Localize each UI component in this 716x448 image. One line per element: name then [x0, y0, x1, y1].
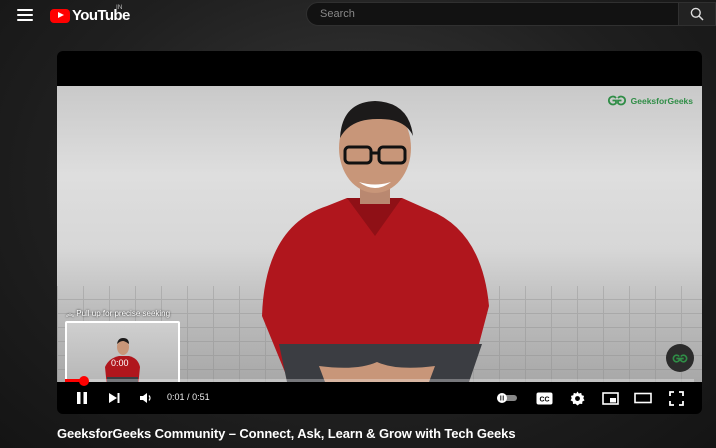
- youtube-logo[interactable]: YouTube IN: [50, 4, 130, 24]
- preview-time: 0:00: [111, 358, 129, 368]
- time-display: 0:01 / 0:51: [167, 392, 210, 402]
- watermark: GeeksforGeeks: [606, 95, 693, 106]
- search-box[interactable]: [306, 2, 679, 26]
- pause-icon: [77, 392, 87, 404]
- search-button[interactable]: [679, 2, 716, 26]
- volume-icon: [140, 393, 151, 403]
- time-separator: /: [187, 392, 190, 402]
- hamburger-menu-icon[interactable]: [17, 9, 33, 21]
- captions-button[interactable]: CC: [534, 390, 554, 406]
- progress-bar[interactable]: [65, 375, 694, 386]
- watermark-text: GeeksforGeeks: [630, 95, 693, 106]
- pause-button[interactable]: [73, 390, 91, 406]
- svg-text:CC: CC: [539, 396, 549, 403]
- scrubber-handle[interactable]: [78, 375, 89, 386]
- search-input[interactable]: [318, 7, 678, 21]
- next-button[interactable]: [105, 390, 123, 406]
- current-time: 0:01: [167, 392, 185, 402]
- video-frame[interactable]: GeeksforGeeks ︽ Pull up for precise seek…: [57, 86, 702, 382]
- masthead: YouTube IN: [0, 0, 716, 32]
- seek-hint-text: Pull up for precise seeking: [76, 309, 171, 318]
- volume-button[interactable]: [137, 390, 155, 406]
- duration: 0:51: [192, 392, 210, 402]
- seek-hint: ︽ Pull up for precise seeking: [66, 308, 170, 319]
- settings-button[interactable]: [567, 390, 587, 406]
- theater-mode-button[interactable]: [633, 390, 653, 406]
- youtube-play-icon: [50, 8, 70, 23]
- miniplayer-icon: [601, 391, 619, 405]
- skip-next-icon: [109, 393, 120, 403]
- preview-figure: [105, 338, 140, 382]
- miniplayer-button[interactable]: [600, 390, 620, 406]
- fullscreen-button[interactable]: [666, 390, 686, 406]
- region-code: IN: [116, 4, 123, 11]
- gfg-logo-icon: [607, 95, 626, 106]
- video-player[interactable]: GeeksforGeeks ︽ Pull up for precise seek…: [57, 51, 702, 414]
- gfg-round-icon: [672, 353, 688, 363]
- gear-icon: [570, 390, 585, 406]
- autoplay-toggle[interactable]: [495, 390, 519, 406]
- chevron-up-icon: ︽: [66, 309, 74, 318]
- search-icon: [690, 7, 704, 21]
- fullscreen-icon: [668, 390, 684, 406]
- theater-mode-icon: [634, 392, 652, 404]
- cc-icon: CC: [536, 392, 552, 404]
- autoplay-toggle-icon: [497, 393, 517, 403]
- seek-preview-thumbnail: [65, 321, 180, 382]
- channel-watermark-button[interactable]: [666, 344, 694, 372]
- video-title: GeeksforGeeks Community – Connect, Ask, …: [57, 426, 516, 441]
